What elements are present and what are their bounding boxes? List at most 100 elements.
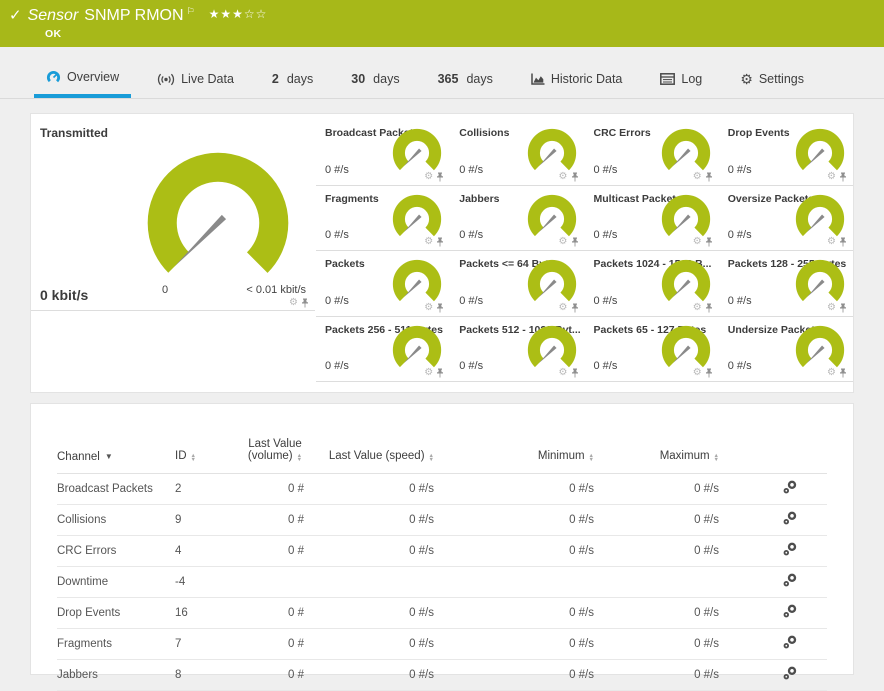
channel-row: Collisions 9 0 # 0 #/s 0 #/s 0 #/s [57, 504, 827, 536]
gear-icon[interactable]: ⚙ [559, 171, 568, 182]
col-label: Minimum [537, 449, 585, 462]
pin-icon[interactable] [839, 303, 847, 313]
pin-icon[interactable] [571, 237, 579, 247]
channel-gauge-cell[interactable]: Fragments 0 #/s ⚙ [316, 186, 451, 251]
gauge-value: 0 #/s [593, 360, 618, 372]
gear-icon[interactable]: ⚙ [559, 302, 568, 313]
primary-gauge-cell[interactable]: Transmitted 0 < 0.01 kbit/s 0 kbit/s ⚙ [31, 114, 315, 311]
channel-last-value-speed [310, 566, 440, 598]
tab-30-days[interactable]: 30 days [339, 60, 411, 98]
channel-gauge-cell[interactable]: Packets 128 - 255 Bytes 0 #/s ⚙ [718, 251, 853, 317]
gauge-title: Transmitted [40, 126, 109, 140]
gauge-needle [538, 148, 557, 167]
channel-settings-icon[interactable] [783, 511, 797, 525]
pin-icon[interactable] [436, 172, 444, 182]
gear-icon[interactable]: ⚙ [424, 237, 433, 247]
col-label: Last Value (speed) [328, 449, 425, 462]
pin-icon[interactable] [705, 172, 713, 182]
pin-icon[interactable] [571, 172, 579, 182]
channel-gauge-cell[interactable]: Packets 0 #/s ⚙ [316, 251, 451, 317]
gauge-value: 0 #/s [727, 163, 752, 176]
channel-gauge-cell[interactable]: Broadcast Packets 0 #/s ⚙ [316, 120, 451, 186]
gear-icon[interactable]: ⚙ [827, 302, 836, 313]
channel-gauge-cell[interactable]: Packets 256 - 511 Bytes 0 #/s ⚙ [316, 317, 451, 382]
gear-icon[interactable]: ⚙ [424, 171, 433, 182]
pin-icon[interactable] [571, 368, 579, 378]
col-header-last-value-volume[interactable]: Last Value (volume) ▲ ▼ [240, 404, 310, 474]
tab-365-days[interactable]: 365 days [426, 60, 505, 98]
channel-settings-icon[interactable] [783, 666, 797, 680]
channel-gauge-cell[interactable]: Jabbers 0 #/s ⚙ [450, 186, 585, 251]
gear-icon[interactable]: ⚙ [693, 368, 702, 378]
tab-settings[interactable]: ⚙ Settings [728, 60, 816, 98]
tab-log[interactable]: Log [648, 60, 714, 98]
gauge-value: 0 #/s [325, 294, 349, 307]
channel-settings-icon[interactable] [783, 542, 797, 556]
channel-last-value-volume [240, 566, 310, 598]
channel-gauge-cell[interactable]: Packets 65 - 127 Bytes 0 #/s ⚙ [584, 317, 719, 382]
col-label: Channel [57, 450, 100, 463]
pin-icon[interactable] [571, 303, 579, 313]
pin-icon[interactable] [839, 368, 847, 378]
tab-historic-data[interactable]: Historic Data [519, 60, 635, 98]
channel-last-value-volume: 0 # [240, 597, 310, 629]
gear-icon[interactable]: ⚙ [559, 237, 568, 247]
col-header-last-value-speed[interactable]: Last Value (speed) ▲ ▼ [310, 404, 440, 474]
col-header-channel[interactable]: Channel ▼ [57, 404, 175, 474]
channel-gauge-cell[interactable]: Drop Events 0 #/s ⚙ [718, 120, 853, 186]
gear-icon[interactable]: ⚙ [827, 237, 836, 247]
gear-icon[interactable]: ⚙ [424, 368, 433, 378]
gear-icon[interactable]: ⚙ [827, 368, 836, 378]
tab-label: Log [681, 72, 703, 86]
channel-gauge-cell[interactable]: Packets 512 - 1023 Byt... 0 #/s ⚙ [450, 317, 585, 382]
col-header-maximum[interactable]: Maximum ▲ ▼ [600, 404, 725, 474]
channel-last-value-speed: 0 #/s [310, 535, 440, 567]
gear-icon[interactable]: ⚙ [827, 171, 836, 182]
channel-settings-icon[interactable] [783, 604, 797, 618]
flag-icon[interactable]: ⚐ [187, 5, 195, 17]
col-header-id[interactable]: ID ▲ ▼ [175, 404, 240, 474]
channel-settings-icon[interactable] [783, 635, 797, 649]
pin-icon[interactable] [839, 237, 847, 247]
priority-stars[interactable]: ★★★☆☆ [209, 5, 268, 23]
gauge-scale-min: 0 [162, 284, 169, 296]
channel-gauge-cell[interactable]: Oversize Packets 0 #/s ⚙ [718, 186, 853, 251]
pin-icon[interactable] [705, 237, 713, 247]
tab-live-data[interactable]: Live Data [145, 60, 246, 98]
gear-icon[interactable]: ⚙ [559, 368, 568, 378]
pin-icon[interactable] [839, 172, 847, 182]
pin-icon[interactable] [436, 368, 444, 378]
gauge-needle [672, 279, 691, 298]
pin-icon[interactable] [436, 237, 444, 247]
gauge-value: 0 kbit/s [40, 287, 89, 303]
col-header-minimum[interactable]: Minimum ▲ ▼ [440, 404, 600, 474]
sort-icon: ▲ ▼ [588, 452, 594, 463]
pin-icon[interactable] [705, 368, 713, 378]
channel-gauge-cell[interactable]: Collisions 0 #/s ⚙ [450, 120, 585, 186]
col-label: Last Value (volume) [247, 437, 302, 462]
channel-last-value-volume: 0 # [240, 535, 310, 567]
channel-last-value-speed: 0 #/s [310, 597, 440, 629]
channel-gauge-cell[interactable]: Packets <= 64 Byte 0 #/s ⚙ [450, 251, 585, 317]
gear-icon[interactable]: ⚙ [693, 237, 702, 247]
channel-minimum: 0 #/s [440, 504, 600, 536]
channel-settings-icon[interactable] [783, 480, 797, 494]
gauge-value: 0 #/s [459, 294, 484, 307]
channel-settings-icon[interactable] [783, 573, 797, 587]
gauge-title: CRC Errors [593, 127, 651, 139]
pin-icon[interactable] [436, 303, 444, 313]
channel-gauge-cell[interactable]: Packets 1024 - 1518 B... 0 #/s ⚙ [584, 251, 719, 317]
pin-icon[interactable] [301, 298, 309, 308]
channel-gauge-cell[interactable]: Undersize Packets 0 #/s ⚙ [718, 317, 853, 382]
gear-icon[interactable]: ⚙ [424, 302, 433, 313]
tab-2-days[interactable]: 2 days [260, 60, 325, 98]
gear-icon[interactable]: ⚙ [693, 171, 702, 182]
channel-gauge-cell[interactable]: CRC Errors 0 #/s ⚙ [584, 120, 719, 186]
pin-icon[interactable] [705, 303, 713, 313]
sensor-title-line: ✓ Sensor SNMP RMON ⚐ ★★★☆☆ [9, 5, 267, 27]
gauge-actions: ⚙ [424, 302, 444, 313]
channel-gauge-cell[interactable]: Multicast Packets 0 #/s ⚙ [584, 186, 719, 251]
tab-overview[interactable]: Overview [34, 60, 132, 98]
gear-icon[interactable]: ⚙ [289, 298, 298, 308]
gear-icon[interactable]: ⚙ [693, 302, 702, 313]
